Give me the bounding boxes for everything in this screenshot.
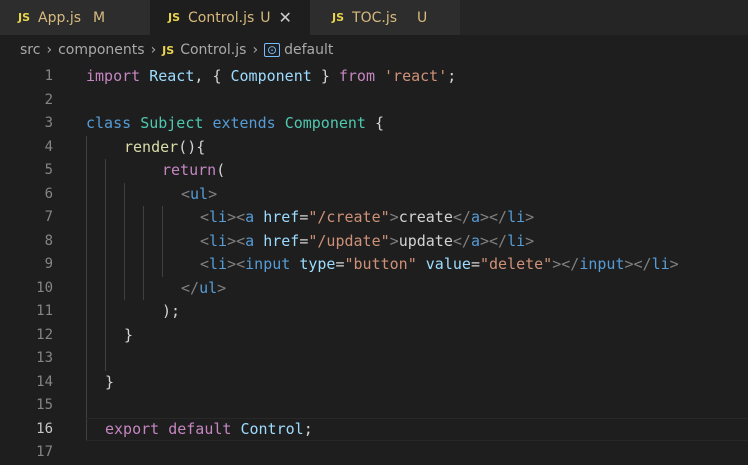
code-line: 9 <li><input type="button" value="delete… — [0, 253, 748, 277]
line-number: 3 — [44, 115, 53, 131]
code-line: 1 import React, { Component } from 'reac… — [0, 65, 748, 89]
code-line: 8 <li><a href="/update">update</a></li> — [0, 230, 748, 254]
breadcrumb-file[interactable]: Control.js — [180, 42, 246, 58]
code-text: } — [105, 372, 115, 391]
chevron-right-icon: › — [252, 42, 259, 58]
line-number: 7 — [44, 209, 53, 225]
git-status-badge: M — [93, 9, 106, 26]
code-line: 10 </ul> — [0, 277, 748, 301]
js-file-icon: JS — [18, 11, 31, 24]
code-text: } — [124, 325, 134, 344]
code-line: 5 return( — [0, 159, 748, 183]
line-number: 11 — [36, 303, 53, 319]
code-line: 15 — [0, 394, 748, 418]
code-line: 17 — [0, 441, 748, 465]
line-number: 14 — [36, 373, 53, 390]
code-text: <li><input type="button" value="delete">… — [200, 255, 679, 273]
tab-label: Control.js — [188, 9, 255, 26]
line-number: 5 — [44, 162, 53, 178]
code-line: 6 <ul> — [0, 183, 748, 207]
line-number: 13 — [36, 350, 53, 366]
breadcrumb-components[interactable]: components — [58, 42, 145, 58]
chevron-right-icon: › — [150, 42, 157, 58]
tab-label: App.js — [38, 9, 81, 26]
code-line: 3 class Subject extends Component { — [0, 112, 748, 136]
code-text: class Subject extends Component { — [86, 114, 385, 132]
code-line: 7 <li><a href="/create">create</a></li> — [0, 206, 748, 230]
code-text: render(){ — [124, 137, 206, 156]
code-text: export default Control; — [105, 419, 313, 438]
line-number: 15 — [36, 397, 53, 413]
code-editor[interactable]: 1 import React, { Component } from 'reac… — [0, 65, 748, 464]
tab-control-js[interactable]: JS Control.js U ✕ — [150, 0, 310, 35]
code-text: </ul> — [181, 278, 227, 297]
symbol-icon: ⊙ — [264, 43, 281, 57]
line-number: 4 — [44, 138, 53, 155]
code-line: 11 ); — [0, 300, 748, 324]
tab-app-js[interactable]: JS App.js M — [0, 0, 150, 35]
code-text: <li><a href="/create">create</a></li> — [200, 208, 535, 226]
code-text: <ul> — [181, 184, 218, 203]
line-number: 9 — [44, 256, 53, 272]
chevron-right-icon: › — [46, 42, 53, 58]
code-line: 2 — [0, 89, 748, 113]
code-line: 13 — [0, 347, 748, 371]
breadcrumb-symbol[interactable]: default — [284, 42, 333, 58]
line-number: 2 — [44, 91, 53, 108]
breadcrumb-src[interactable]: src — [20, 42, 40, 58]
line-number: 10 — [36, 279, 53, 296]
tab-bar: JS App.js M JS Control.js U ✕ JS TOC.js … — [0, 0, 748, 35]
git-status-badge: U — [260, 9, 271, 26]
tab-label: TOC.js — [352, 9, 397, 26]
code-line: 4 render(){ — [0, 136, 748, 160]
line-number: 16 — [36, 420, 53, 437]
code-line: 14 } — [0, 371, 748, 395]
close-icon[interactable]: ✕ — [279, 8, 292, 27]
js-file-icon: JS — [162, 43, 175, 57]
code-text: return( — [162, 161, 226, 179]
code-text: ); — [162, 302, 181, 320]
tab-toc-js[interactable]: JS TOC.js U — [310, 0, 460, 35]
code-line-current: 16 export default Control; — [0, 418, 748, 442]
line-number: 1 — [44, 68, 53, 84]
line-number: 17 — [36, 444, 53, 460]
line-number: 12 — [36, 326, 53, 343]
js-file-icon: JS — [332, 11, 345, 24]
git-status-badge: U — [417, 9, 428, 26]
breadcrumb: src › components › JS Control.js › ⊙ def… — [0, 35, 748, 65]
code-text: <li><a href="/update">update</a></li> — [200, 231, 535, 250]
line-number: 6 — [44, 185, 53, 202]
js-file-icon: JS — [168, 11, 181, 24]
line-number: 8 — [44, 232, 53, 249]
code-line: 12 } — [0, 324, 748, 348]
code-text: import React, { Component } from 'react'… — [86, 67, 457, 85]
